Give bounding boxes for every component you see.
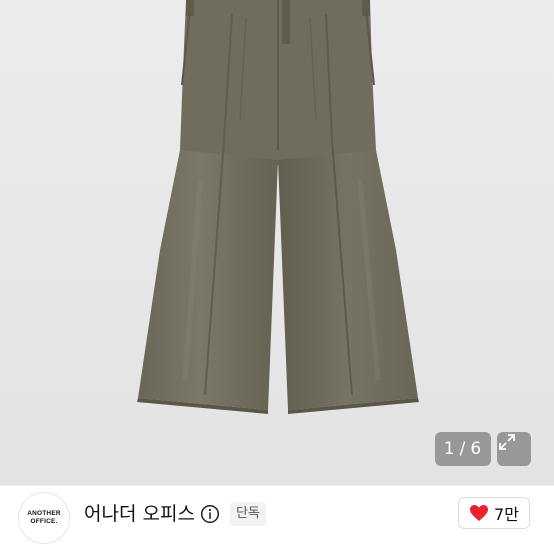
exclusive-badge: 단독 (230, 502, 266, 526)
shop-bar: ANOTHER OFFICE. 어나더 오피스 단독 7만 (0, 485, 554, 555)
logo-line-2: OFFICE. (30, 518, 58, 525)
like-count: 7만 (494, 505, 519, 524)
counter-total: 6 (470, 439, 483, 459)
product-image[interactable]: 1 / 6 (0, 0, 554, 485)
counter-current: 1 (443, 439, 456, 459)
counter-separator: / (459, 439, 467, 459)
image-counter: 1 / 6 (435, 432, 491, 466)
heart-icon (470, 505, 489, 521)
shop-logo[interactable]: ANOTHER OFFICE. (18, 492, 70, 544)
expand-button[interactable] (497, 432, 531, 466)
logo-line-1: ANOTHER (27, 510, 61, 517)
like-button[interactable]: 7만 (458, 497, 530, 529)
expand-icon (499, 434, 515, 450)
shop-name[interactable]: 어나더 오피스 (84, 500, 195, 528)
pants-photo (137, 0, 419, 414)
info-icon[interactable] (200, 504, 220, 524)
